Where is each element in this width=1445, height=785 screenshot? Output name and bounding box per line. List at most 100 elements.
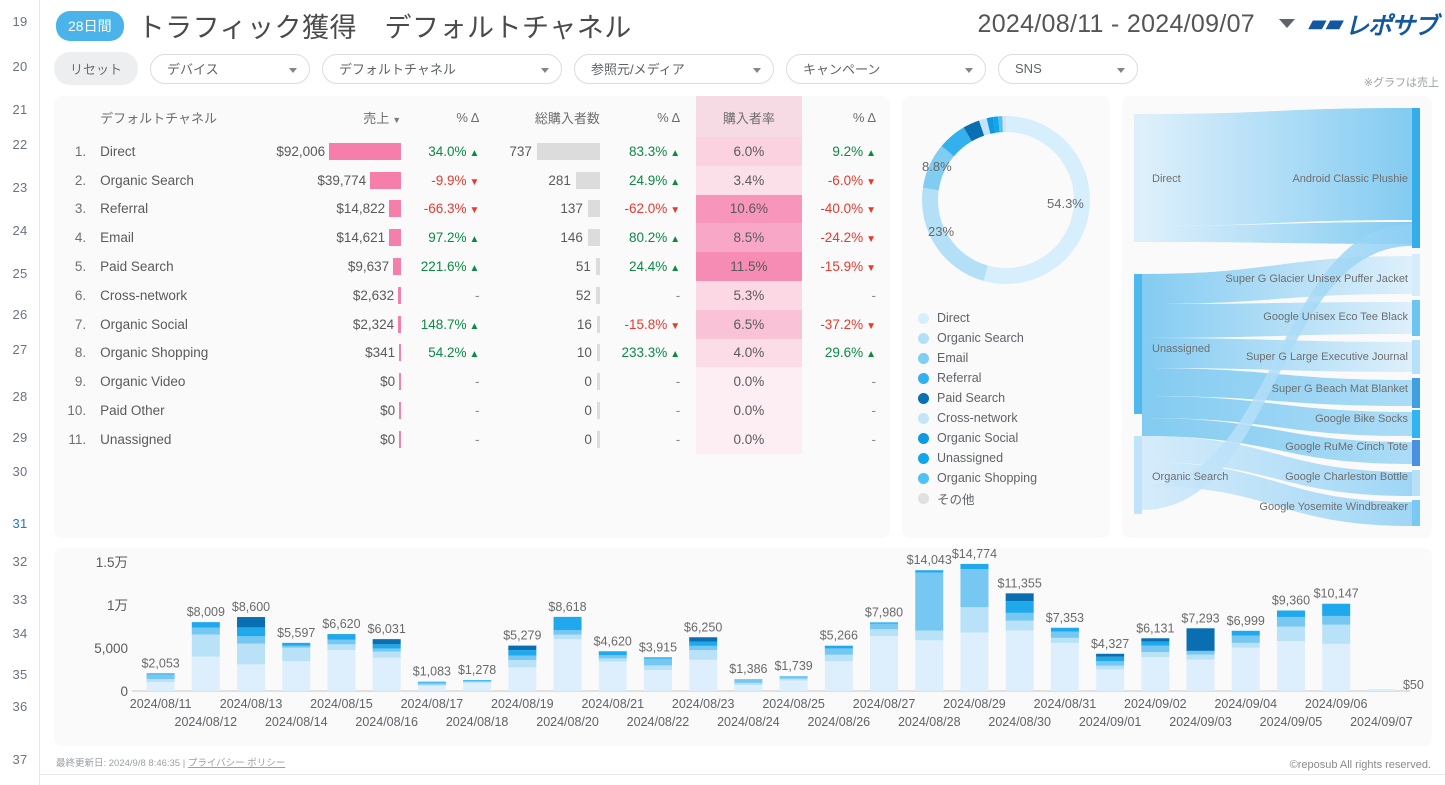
bar-segment[interactable] — [463, 682, 491, 683]
table-row[interactable]: 4.Email$14,62197.2%▲14680.2%▲8.5%-24.2%▼ — [54, 223, 890, 252]
bar-segment[interactable] — [689, 650, 717, 660]
row-number-24[interactable]: 24 — [0, 219, 40, 241]
bar-segment[interactable] — [192, 635, 220, 657]
bar-segment[interactable] — [1141, 652, 1169, 657]
bar-segment[interactable] — [1096, 661, 1124, 665]
bar-segment[interactable] — [554, 617, 582, 630]
bar-segment[interactable] — [327, 640, 355, 645]
legend-item-その他[interactable]: その他 — [918, 488, 1037, 508]
bar-segment[interactable] — [825, 655, 853, 661]
date-range-display[interactable]: 2024/08/11 - 2024/09/07 — [977, 10, 1255, 39]
table-row[interactable]: 7.Organic Social$2,324148.7%▲16-15.8%▼6.… — [54, 310, 890, 339]
bar-segment[interactable] — [734, 683, 762, 685]
bar-segment[interactable] — [870, 636, 898, 691]
bar-segment[interactable] — [418, 682, 446, 683]
privacy-policy-link[interactable]: プライバシー ポリシー — [188, 758, 285, 769]
filter-select-キャンペーン[interactable]: キャンペーン — [786, 54, 986, 84]
bar-segment[interactable] — [689, 637, 717, 641]
bar-segment[interactable] — [1096, 654, 1124, 657]
bar-segment[interactable] — [599, 651, 627, 655]
bar-segment[interactable] — [1322, 616, 1350, 625]
bar-segment[interactable] — [1051, 632, 1079, 638]
sankey-node[interactable] — [1134, 436, 1142, 514]
col-rate-delta[interactable]: % Δ — [802, 96, 890, 137]
bar-segment[interactable] — [825, 661, 853, 691]
bar-segment[interactable] — [1141, 646, 1169, 652]
bar-segment[interactable] — [237, 636, 265, 643]
legend-item-Direct[interactable]: Direct — [918, 308, 1037, 328]
row-number-19[interactable]: 19 — [0, 10, 40, 32]
row-number-37[interactable]: 37 — [0, 748, 40, 770]
bar-segment[interactable] — [1322, 604, 1350, 616]
bar-segment[interactable] — [1096, 666, 1124, 670]
bar-segment[interactable] — [463, 681, 491, 682]
filter-select-デフォルトチャネル[interactable]: デフォルトチャネル — [322, 54, 562, 84]
legend-item-Referral[interactable]: Referral — [918, 368, 1037, 388]
bar-segment[interactable] — [689, 642, 717, 646]
row-number-30[interactable]: 30 — [0, 460, 40, 482]
bar-segment[interactable] — [508, 656, 536, 661]
bar-segment[interactable] — [1141, 638, 1169, 641]
bar-segment[interactable] — [915, 573, 943, 631]
bar-segment[interactable] — [599, 662, 627, 691]
bar-segment[interactable] — [327, 650, 355, 691]
col-buyers[interactable]: 総購入者数 — [495, 96, 605, 137]
bar-segment[interactable] — [1006, 630, 1034, 691]
sankey-node[interactable] — [1412, 378, 1420, 408]
legend-item-Email[interactable]: Email — [918, 348, 1037, 368]
bar-segment[interactable] — [192, 657, 220, 691]
row-number-22[interactable]: 22 — [0, 133, 40, 155]
bar-segment[interactable] — [1277, 611, 1305, 617]
col-revenue[interactable]: 売上▼ — [270, 96, 407, 137]
bar-segment[interactable] — [508, 667, 536, 691]
bar-segment[interactable] — [1051, 628, 1079, 632]
bar-segment[interactable] — [418, 686, 446, 691]
bar-segment[interactable] — [734, 679, 762, 683]
bar-segment[interactable] — [327, 634, 355, 640]
bar-segment[interactable] — [1006, 613, 1034, 621]
bar-segment[interactable] — [1006, 601, 1034, 613]
bar-segment[interactable] — [418, 683, 446, 685]
sankey-node[interactable] — [1134, 274, 1142, 414]
bar-segment[interactable] — [327, 644, 355, 650]
row-number-21[interactable]: 21 — [0, 98, 40, 120]
row-number-31[interactable]: 31 — [0, 512, 40, 534]
bar-segment[interactable] — [237, 627, 265, 636]
bar-segment[interactable] — [780, 681, 808, 691]
bar-segment[interactable] — [780, 676, 808, 679]
bar-segment[interactable] — [1006, 593, 1034, 601]
bar-segment[interactable] — [147, 673, 175, 674]
table-row[interactable]: 3.Referral$14,822-66.3%▼137-62.0%▼10.6%-… — [54, 195, 890, 224]
row-number-36[interactable]: 36 — [0, 695, 40, 717]
filter-select-SNS[interactable]: SNS — [998, 54, 1138, 84]
bar-segment[interactable] — [1322, 625, 1350, 644]
bar-segment[interactable] — [915, 640, 943, 691]
bar-segment[interactable] — [1096, 669, 1124, 691]
bar-segment[interactable] — [463, 680, 491, 681]
row-number-20[interactable]: 20 — [0, 55, 40, 77]
sankey-node[interactable] — [1412, 500, 1420, 526]
bar-segment[interactable] — [418, 685, 446, 686]
table-row[interactable]: 8.Organic Shopping$34154.2%▲10233.3%▲4.0… — [54, 339, 890, 368]
bar-segment[interactable] — [282, 648, 310, 661]
bar-segment[interactable] — [960, 633, 988, 691]
bar-segment[interactable] — [1232, 648, 1260, 691]
bar-segment[interactable] — [192, 622, 220, 628]
bar-segment[interactable] — [1187, 655, 1215, 660]
table-row[interactable]: 11.Unassigned$0-0-0.0%- — [54, 425, 890, 454]
col-buyers-delta[interactable]: % Δ — [606, 96, 696, 137]
bar-segment[interactable] — [915, 570, 943, 572]
bar-segment[interactable] — [825, 646, 853, 649]
row-number-34[interactable]: 34 — [0, 622, 40, 644]
bar-segment[interactable] — [147, 682, 175, 691]
bar-segment[interactable] — [644, 670, 672, 691]
bar-segment[interactable] — [689, 660, 717, 691]
bar-segment[interactable] — [1187, 660, 1215, 691]
col-purchase-rate[interactable]: 購入者率 — [696, 96, 801, 137]
row-number-23[interactable]: 23 — [0, 176, 40, 198]
reset-button[interactable]: リセット — [54, 52, 138, 85]
bar-segment[interactable] — [373, 639, 401, 644]
bar-segment[interactable] — [870, 624, 898, 629]
bar-segment[interactable] — [599, 658, 627, 661]
bar-segment[interactable] — [1232, 636, 1260, 643]
